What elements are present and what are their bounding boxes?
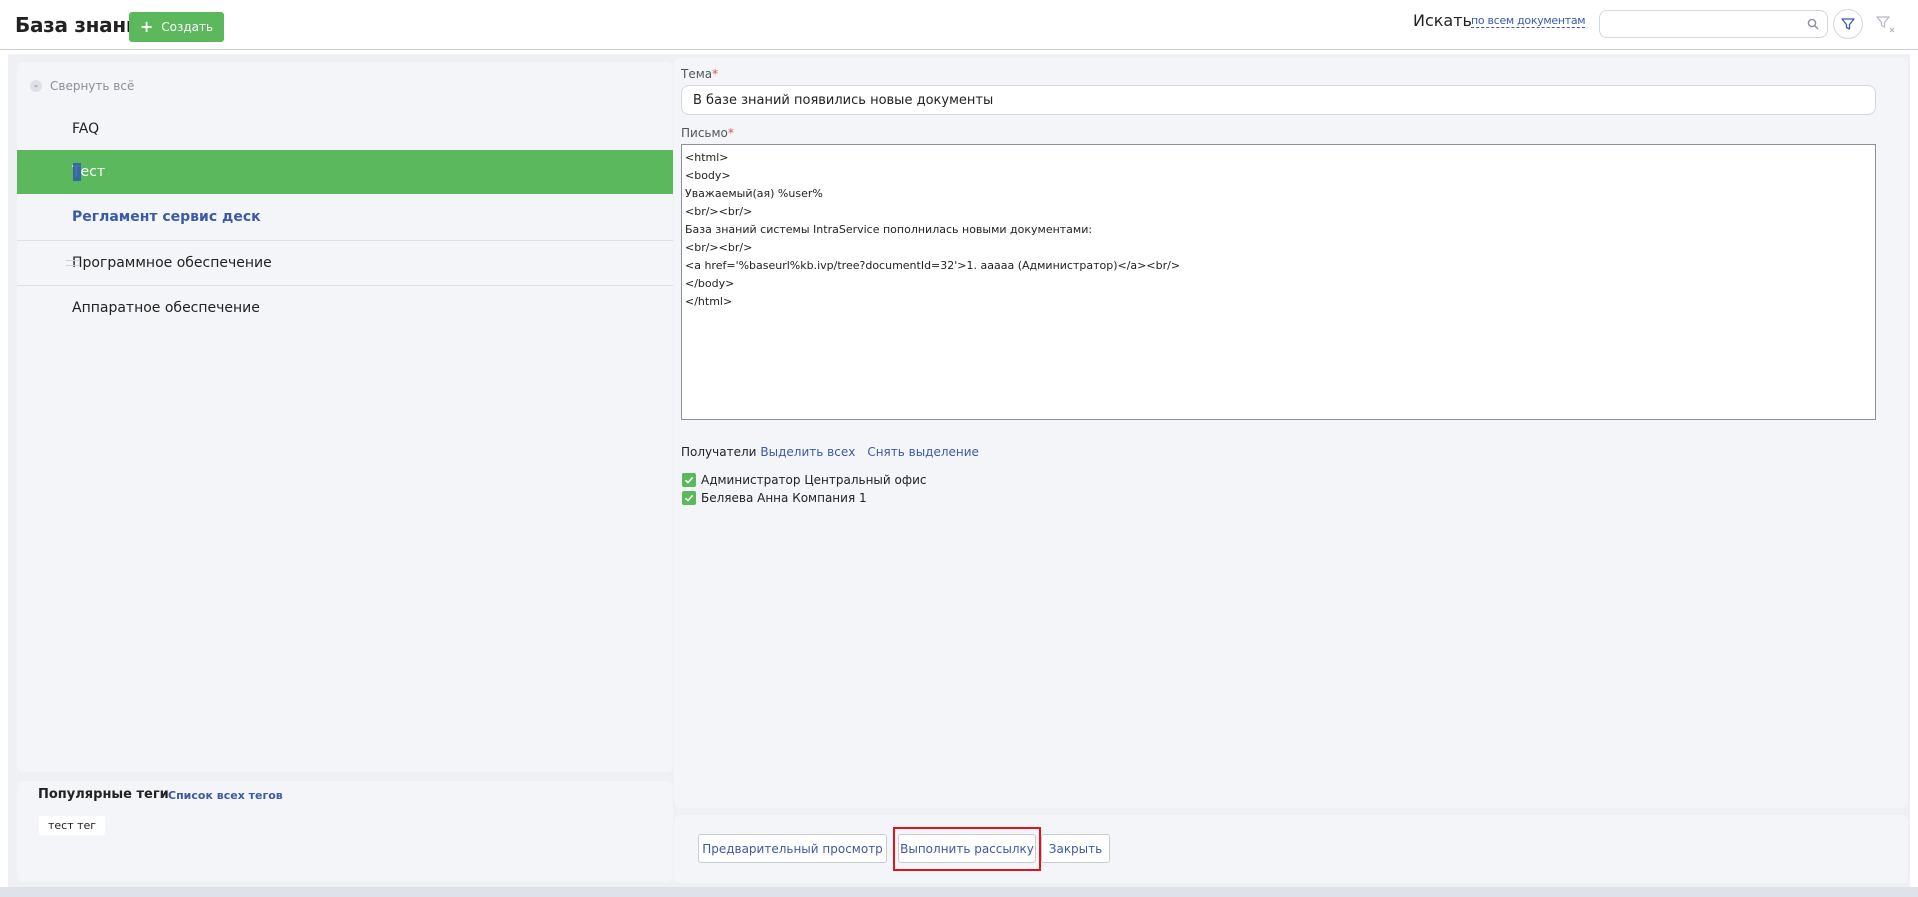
- create-button[interactable]: + Создать: [129, 12, 224, 42]
- recipient-name: Администратор Центральный офис: [701, 473, 927, 487]
- subject-label: Тема*: [681, 67, 718, 81]
- collapse-all-label: Свернуть всё: [50, 79, 135, 93]
- required-mark: *: [727, 126, 734, 140]
- tree-item-hardware[interactable]: Аппаратное обеспечение: [17, 285, 673, 329]
- recipients-label: Получатели: [681, 445, 757, 459]
- search-input[interactable]: [1600, 11, 1800, 37]
- tree-item-label: Программное обеспечение: [72, 254, 272, 271]
- select-all-link[interactable]: Выделить всех: [760, 445, 855, 459]
- collapse-all-button[interactable]: - Свернуть всё: [30, 79, 134, 93]
- drag-handle-icon[interactable]: [66, 260, 80, 266]
- recipient-item: Беляева Анна Компания 1: [682, 491, 867, 505]
- minus-icon: -: [30, 80, 42, 92]
- create-button-label: Создать: [161, 20, 214, 34]
- popular-tags-title: Популярные теги: [38, 787, 169, 802]
- checkmark-icon: [684, 476, 694, 484]
- recipient-checkbox[interactable]: [682, 491, 696, 505]
- letter-textarea[interactable]: <html> <body> Уважаемый(ая) %user% <br/>…: [681, 144, 1876, 420]
- header-bar: База знаний + Создать Искать по всем док…: [0, 0, 1918, 50]
- required-mark: *: [712, 67, 719, 81]
- filter-button[interactable]: [1833, 9, 1863, 39]
- recipient-name: Беляева Анна Компания 1: [701, 491, 867, 505]
- tree-item-service-desk-rules[interactable]: Регламент сервис деск: [17, 195, 673, 239]
- send-mailing-button[interactable]: Выполнить рассылку: [898, 834, 1036, 863]
- clear-filter-icon[interactable]: [1875, 14, 1897, 36]
- search-input-box[interactable]: [1599, 10, 1828, 38]
- recipient-checkbox[interactable]: [682, 473, 696, 487]
- tree-item-faq[interactable]: FAQ: [17, 107, 673, 151]
- all-tags-link[interactable]: Список всех тегов: [168, 789, 283, 802]
- letter-label: Письмо*: [681, 126, 734, 140]
- filter-icon: [1841, 18, 1855, 30]
- tree-item-label: Аппаратное обеспечение: [72, 299, 260, 316]
- recipients-row: Получатели Выделить всех Снять выделение: [681, 445, 979, 459]
- plus-icon: +: [139, 17, 154, 36]
- tag-chip[interactable]: тест тег: [39, 816, 106, 835]
- close-button[interactable]: Закрыть: [1041, 834, 1110, 863]
- search-icon[interactable]: [1807, 18, 1819, 30]
- deselect-link[interactable]: Снять выделение: [867, 445, 979, 459]
- text-cursor-icon: [73, 163, 81, 181]
- subject-label-text: Тема: [681, 67, 713, 81]
- tree-item-label: FAQ: [72, 121, 100, 137]
- preview-button[interactable]: Предварительный просмотр: [698, 834, 887, 863]
- tree-item-test[interactable]: Тест: [17, 150, 673, 194]
- tree-item-software[interactable]: Программное обеспечение: [17, 240, 673, 284]
- letter-label-text: Письмо: [681, 126, 728, 140]
- search-label: Искать: [1413, 11, 1472, 30]
- tree-item-label: Регламент сервис деск: [72, 209, 261, 225]
- search-scope-link[interactable]: по всем документам: [1471, 14, 1586, 28]
- subject-input[interactable]: [681, 85, 1876, 115]
- bottom-strip: [0, 887, 1918, 897]
- checkmark-icon: [684, 494, 694, 502]
- recipient-item: Администратор Центральный офис: [682, 473, 927, 487]
